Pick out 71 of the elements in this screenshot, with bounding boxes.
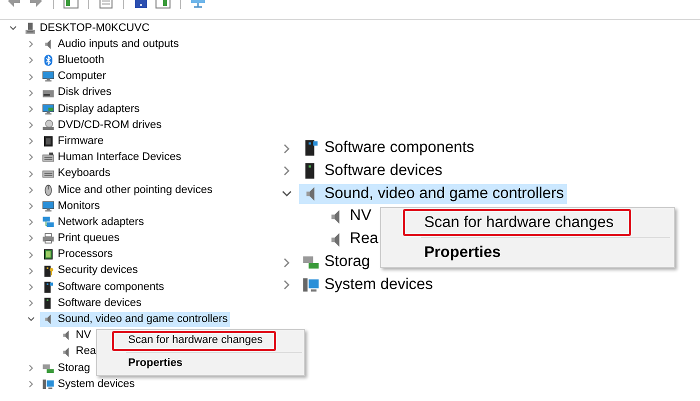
tree-item[interactable]: Monitors <box>40 198 102 214</box>
chip-icon <box>42 248 54 262</box>
tree-item[interactable]: Software components <box>40 280 166 295</box>
tree-item[interactable]: Mice and other pointing devices <box>40 182 215 198</box>
tree-item[interactable]: Storag <box>298 252 374 273</box>
chevron-icon[interactable] <box>26 104 35 114</box>
monitor-icon <box>42 200 54 212</box>
chevron-icon[interactable] <box>26 56 35 65</box>
chevron-icon[interactable] <box>26 250 35 259</box>
printer-icon <box>42 232 54 245</box>
tree-item[interactable]: Processors <box>40 247 115 262</box>
chevron-icon[interactable] <box>26 380 35 388</box>
menu-item[interactable]: Scan for hardware changes <box>402 208 632 236</box>
menu-item[interactable]: Properties <box>112 354 189 374</box>
chevron-icon[interactable] <box>26 282 35 292</box>
chevron-icon[interactable] <box>26 234 35 243</box>
tree-item[interactable]: Keyboards <box>40 166 113 182</box>
chevron-icon[interactable] <box>26 137 35 146</box>
tree-item[interactable]: System devices <box>40 376 137 392</box>
tree-item[interactable]: DVD/CD-ROM drives <box>40 118 164 133</box>
tree-item[interactable]: DESKTOP-M0KCUVC <box>22 20 152 36</box>
disc-drive-icon <box>42 118 54 132</box>
chevron-icon[interactable] <box>26 153 35 162</box>
device-icon <box>42 378 54 391</box>
chevron-icon[interactable] <box>26 299 35 308</box>
tree-item[interactable]: Disk drives <box>40 85 114 100</box>
device-icon <box>42 264 54 278</box>
tree-item[interactable]: Software devices <box>298 160 446 182</box>
device-icon <box>42 280 54 294</box>
tree-item[interactable]: Print queues <box>40 231 122 246</box>
chevron-icon[interactable] <box>26 315 35 324</box>
chevron-icon[interactable] <box>26 202 35 210</box>
device-icon <box>302 276 320 294</box>
chip-icon <box>42 135 54 148</box>
monitor-icon <box>42 102 54 116</box>
chevron-icon[interactable] <box>26 218 35 226</box>
tree-item[interactable]: Display adapters <box>40 102 142 116</box>
menu-item[interactable]: Scan for hardware changes <box>112 330 276 351</box>
tree-item[interactable]: Computer <box>40 69 108 84</box>
chevron-icon[interactable] <box>26 72 35 81</box>
tree-item[interactable]: Software components <box>298 138 478 159</box>
tree-item[interactable]: Human Interface Devices <box>40 150 184 166</box>
keyboard-icon <box>42 151 54 164</box>
chevron-icon[interactable] <box>26 40 35 48</box>
computer-icon <box>24 22 36 34</box>
device-icon <box>42 362 54 374</box>
tree-item[interactable]: System devices <box>298 274 436 296</box>
tree-item[interactable]: Bluetooth <box>40 53 106 68</box>
tree-item[interactable]: Storag <box>40 360 92 376</box>
tree-item[interactable]: Sound, video and game controllers <box>40 312 230 327</box>
tree-item[interactable]: NV <box>58 328 94 344</box>
monitor-icon <box>42 70 54 83</box>
menu-item[interactable]: Properties <box>402 239 509 266</box>
tree-item[interactable]: Sound, video and game controllers <box>298 184 567 204</box>
chevron-icon[interactable] <box>26 88 35 97</box>
tree-item[interactable]: Rea <box>324 229 382 250</box>
chevron-icon[interactable] <box>26 170 35 178</box>
bluetooth-icon <box>42 54 54 67</box>
chevron-icon[interactable] <box>8 24 17 32</box>
tree-item[interactable]: Audio inputs and outputs <box>40 36 182 52</box>
chevron-icon[interactable] <box>26 186 35 194</box>
chevron-icon[interactable] <box>26 266 35 276</box>
chevron-icon[interactable] <box>26 364 35 372</box>
tree-item[interactable]: Security devices <box>40 263 140 278</box>
tree-item[interactable]: Rea <box>58 344 98 360</box>
tree-item[interactable]: Network adapters <box>40 214 146 230</box>
network-icon <box>42 216 54 229</box>
tree-item[interactable]: NV <box>324 206 374 228</box>
tree-item[interactable]: Firmware <box>40 134 106 149</box>
tree-item[interactable]: Software devices <box>40 296 144 311</box>
chevron-icon[interactable] <box>26 121 35 130</box>
